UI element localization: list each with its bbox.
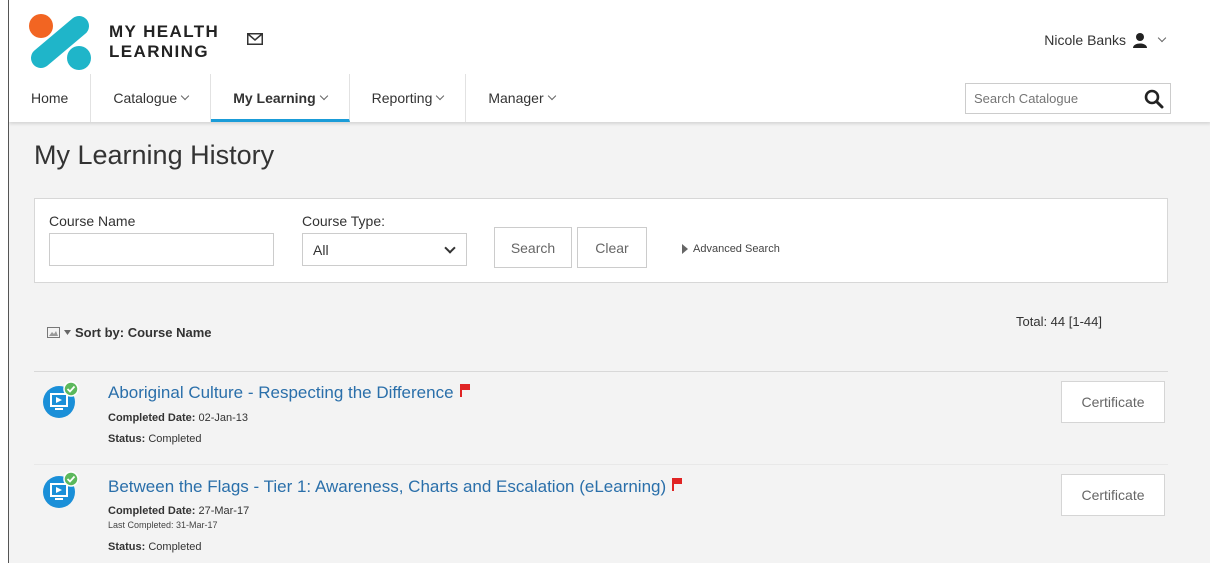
advanced-search-label: Advanced Search [693,243,780,255]
course-name-label: Course Name [49,213,136,229]
flag-icon [672,478,683,491]
brand-line2: LEARNING [109,42,209,61]
course-name-input[interactable] [49,233,274,266]
status: Status: Completed [108,433,202,445]
brand-line1: MY HEALTH [109,22,220,41]
status-label: Status: [108,433,146,445]
completed-date-label: Completed Date: [108,505,196,517]
sort-image-icon [47,327,60,338]
certificate-button[interactable]: Certificate [1061,474,1165,516]
last-completed: Last Completed: 31-Mar-17 [108,520,218,530]
brand-name: MY HEALTH LEARNING [109,22,219,62]
search-button[interactable]: Search [494,227,572,268]
completed-date-label: Completed Date: [108,412,196,424]
completed-date: Completed Date: 27-Mar-17 [108,505,249,517]
catalogue-search-input[interactable] [974,91,1134,106]
nav-catalogue[interactable]: Catalogue [91,74,212,122]
user-icon [1133,33,1147,48]
nav-my-learning-label: My Learning [233,90,316,106]
status-value: Completed [148,433,202,445]
nav-catalogue-label: Catalogue [113,90,178,106]
course-title-link[interactable]: Aboriginal Culture - Respecting the Diff… [108,383,470,403]
certificate-button[interactable]: Certificate [1061,381,1165,423]
main-nav: Home Catalogue My Learning Reporting Man… [9,74,577,122]
row-divider [34,464,1168,465]
status: Status: Completed [108,541,202,553]
list-divider [34,371,1168,372]
nav-home-label: Home [31,90,69,106]
flag-icon [459,384,470,397]
nav-reporting-label: Reporting [371,90,433,106]
header: MY HEALTH LEARNING Nicole Banks Home Cat… [9,0,1210,122]
page-title: My Learning History [34,140,275,170]
course-type-select[interactable]: All [302,233,467,266]
catalogue-search [965,83,1171,114]
course-type-value: All [313,241,329,258]
user-menu[interactable]: Nicole Banks [1044,32,1167,48]
mail-icon[interactable] [247,33,263,45]
sort-control[interactable]: Sort by: Course Name [47,325,212,340]
course-title-text: Aboriginal Culture - Respecting the Diff… [108,383,454,402]
course-type-label: Course Type: [302,213,386,229]
app-frame: MY HEALTH LEARNING Nicole Banks Home Cat… [8,0,1210,563]
total-count: Total: 44 [1-44] [1016,314,1102,329]
chevron-down-icon [319,91,328,101]
course-title-link[interactable]: Between the Flags - Tier 1: Awareness, C… [108,477,683,497]
nav-home[interactable]: Home [9,74,92,122]
user-name: Nicole Banks [1044,32,1126,48]
course-title-text: Between the Flags - Tier 1: Awareness, C… [108,477,667,496]
chevron-down-icon [444,242,456,254]
sort-label: Sort by: Course Name [75,325,212,340]
nav-reporting[interactable]: Reporting [350,74,467,122]
chevron-down-icon [180,91,190,101]
elearning-complete-icon [43,471,79,508]
nav-manager-label: Manager [488,90,544,106]
elearning-complete-icon [43,381,79,418]
status-value: Completed [148,541,202,553]
nav-my-learning[interactable]: My Learning [211,74,350,122]
advanced-search-toggle[interactable]: Advanced Search [682,243,780,255]
chevron-down-icon [547,91,556,101]
logo[interactable] [27,12,97,70]
nav-manager[interactable]: Manager [466,74,576,122]
caret-right-icon [682,244,688,254]
chevron-down-icon [436,91,445,101]
status-label: Status: [108,541,146,553]
filter-panel: Course Name Course Type: All Search Clea… [34,198,1168,283]
sort-caret-icon [64,330,71,335]
clear-button[interactable]: Clear [577,227,647,268]
completed-date-value: 27-Mar-17 [198,505,250,517]
search-icon[interactable] [1144,89,1164,109]
completed-date-value: 02-Jan-13 [198,412,249,424]
chevron-down-icon [1157,33,1167,43]
completed-date: Completed Date: 02-Jan-13 [108,412,248,424]
